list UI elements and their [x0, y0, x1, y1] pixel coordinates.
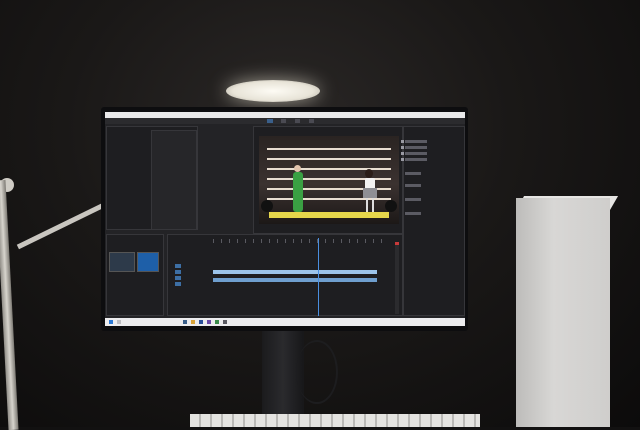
effect-folder-icon[interactable] — [401, 140, 404, 143]
audio-meter — [395, 242, 399, 314]
track-target-v2[interactable] — [175, 270, 181, 274]
effect-list-item[interactable] — [405, 198, 421, 201]
effect-list-item[interactable] — [405, 172, 421, 175]
timeline-panel — [167, 234, 403, 316]
speaker — [385, 200, 397, 212]
effect-folder-icon[interactable] — [401, 146, 404, 149]
program-video-frame — [259, 136, 399, 224]
taskbar-app-icon[interactable] — [215, 320, 219, 324]
workspace-tab-2[interactable] — [267, 119, 273, 123]
white-box — [516, 198, 610, 427]
effect-list-item[interactable] — [405, 158, 427, 161]
search-icon[interactable] — [117, 320, 121, 324]
taskbar-app-icon[interactable] — [207, 320, 211, 324]
dancer-right-skirt — [363, 188, 377, 198]
desk-lamp-icon — [226, 80, 320, 102]
project-panel — [106, 234, 164, 316]
effect-list-item[interactable] — [405, 152, 427, 155]
audio-clip[interactable] — [213, 278, 377, 282]
cable — [296, 340, 338, 404]
track-target-a1[interactable] — [175, 276, 181, 280]
effect-list-item[interactable] — [405, 146, 427, 149]
workspace-tab-4[interactable] — [295, 119, 300, 123]
effect-list-item[interactable] — [405, 184, 421, 187]
dancer-right-head — [365, 169, 373, 178]
track-target-a2[interactable] — [175, 282, 181, 286]
workspace-tab-5[interactable] — [309, 119, 314, 123]
taskbar — [105, 318, 465, 326]
media-thumbnail[interactable] — [109, 252, 135, 272]
stage-light-bar — [267, 148, 391, 150]
taskbar-app-icon[interactable] — [223, 320, 227, 324]
playhead[interactable] — [318, 238, 319, 316]
monitor-screen — [105, 112, 465, 326]
taskbar-app-icon[interactable] — [183, 320, 187, 324]
effect-folder-icon[interactable] — [401, 158, 404, 161]
track-target-v1[interactable] — [175, 264, 181, 268]
taskbar-app-icon[interactable] — [199, 320, 203, 324]
effect-folder-icon[interactable] — [401, 152, 404, 155]
stage-light-bar — [267, 168, 391, 170]
stage-light-bar — [267, 158, 391, 160]
workspace-tab-3[interactable] — [281, 119, 286, 123]
stage-floor — [269, 212, 389, 218]
dancer-left — [293, 172, 303, 212]
dancer-right-leg — [372, 198, 374, 212]
taskbar-app-icon[interactable] — [191, 320, 195, 324]
dancer-right-leg — [366, 198, 368, 212]
windows-start-icon[interactable] — [109, 320, 113, 324]
effect-list-item[interactable] — [405, 140, 427, 143]
keyboard — [190, 414, 480, 427]
source-monitor-panel — [151, 130, 197, 230]
media-thumbnail[interactable] — [137, 252, 159, 272]
video-clip[interactable] — [213, 270, 377, 274]
dancer-left-head — [294, 165, 301, 172]
speaker — [261, 200, 273, 212]
timeline-ruler[interactable] — [213, 239, 383, 243]
effect-list-item[interactable] — [405, 212, 421, 215]
